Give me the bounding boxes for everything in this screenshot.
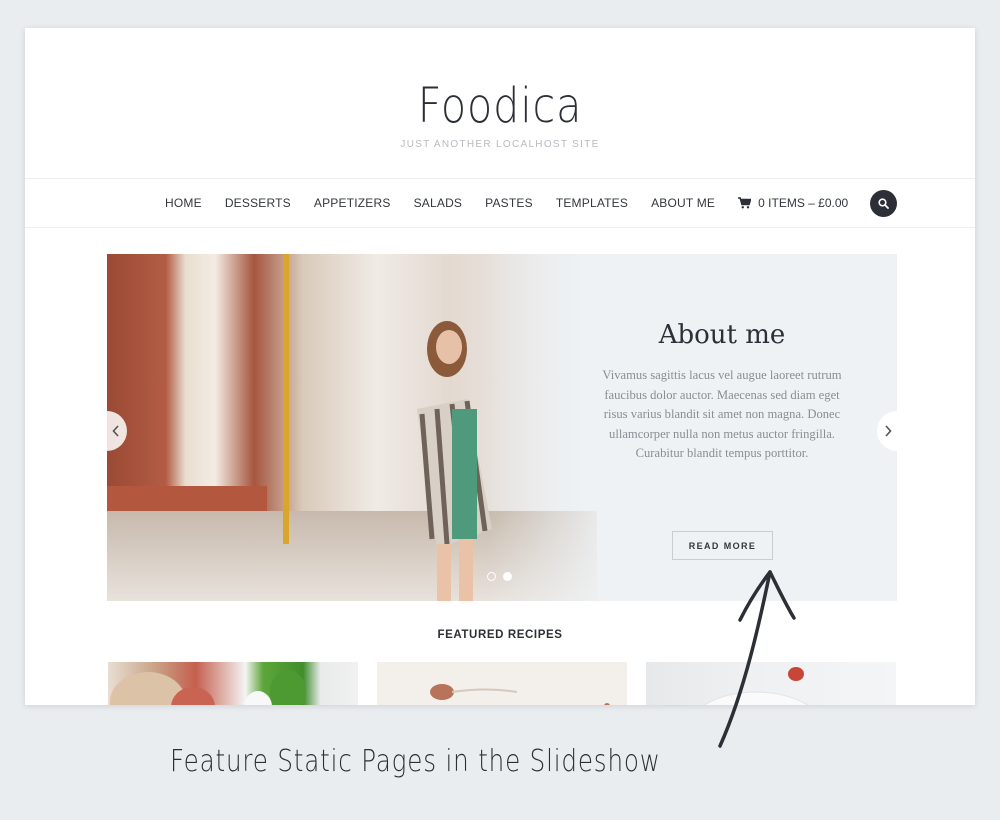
featured-recipe-card-2[interactable] [377,662,627,705]
cart-summary: 0 ITEMS – £0.00 [758,196,849,210]
nav-item-templates[interactable]: TEMPLATES [556,196,628,210]
slide-title[interactable]: About me [597,320,847,350]
slider-pagination [487,572,519,581]
nav-item-salads[interactable]: SALADS [414,196,463,210]
nav-item-desserts[interactable]: DESSERTS [225,196,291,210]
hero-slideshow: About me Vivamus sagittis lacus vel augu… [107,254,897,601]
slider-dot-2-active[interactable] [503,572,512,581]
featured-recipes-heading: FEATURED RECIPES [437,629,563,641]
slider-next-button[interactable] [877,411,897,451]
photo-pole [283,254,289,544]
featured-recipe-card-1[interactable] [108,662,358,705]
nav-item-home[interactable]: HOME [165,196,202,210]
recipe-image-bread-ham-basil [110,670,306,705]
search-button[interactable] [870,190,897,217]
website-preview: Foodica JUST ANOTHER LOCALHOST SITE HOME… [25,28,975,705]
annotation-caption: Feature Static Pages in the Slideshow [170,744,661,779]
cart-link[interactable]: 0 ITEMS – £0.00 [738,196,848,210]
nav-item-pastes[interactable]: PASTES [485,196,533,210]
site-tagline: JUST ANOTHER LOCALHOST SITE [400,139,600,150]
nav-item-about-me[interactable]: ABOUT ME [651,196,715,210]
main-navigation: HOME DESSERTS APPETIZERS SALADS PASTES T… [25,178,975,228]
slide-excerpt: Vivamus sagittis lacus vel augue laoreet… [602,368,842,460]
read-more-button[interactable]: READ MORE [672,531,773,560]
chevron-right-icon [885,425,892,437]
recipe-image-spoons-nuts [430,684,610,705]
nav-item-appetizers[interactable]: APPETIZERS [314,196,391,210]
site-title[interactable]: Foodica [92,78,909,134]
search-icon [878,198,889,209]
chevron-left-icon [112,425,119,437]
shopping-cart-icon [738,197,752,209]
menu: HOME DESSERTS APPETIZERS SALADS PASTES T… [165,179,848,227]
slider-dot-1[interactable] [487,572,496,581]
hand-drawn-arrow-icon [718,570,796,748]
